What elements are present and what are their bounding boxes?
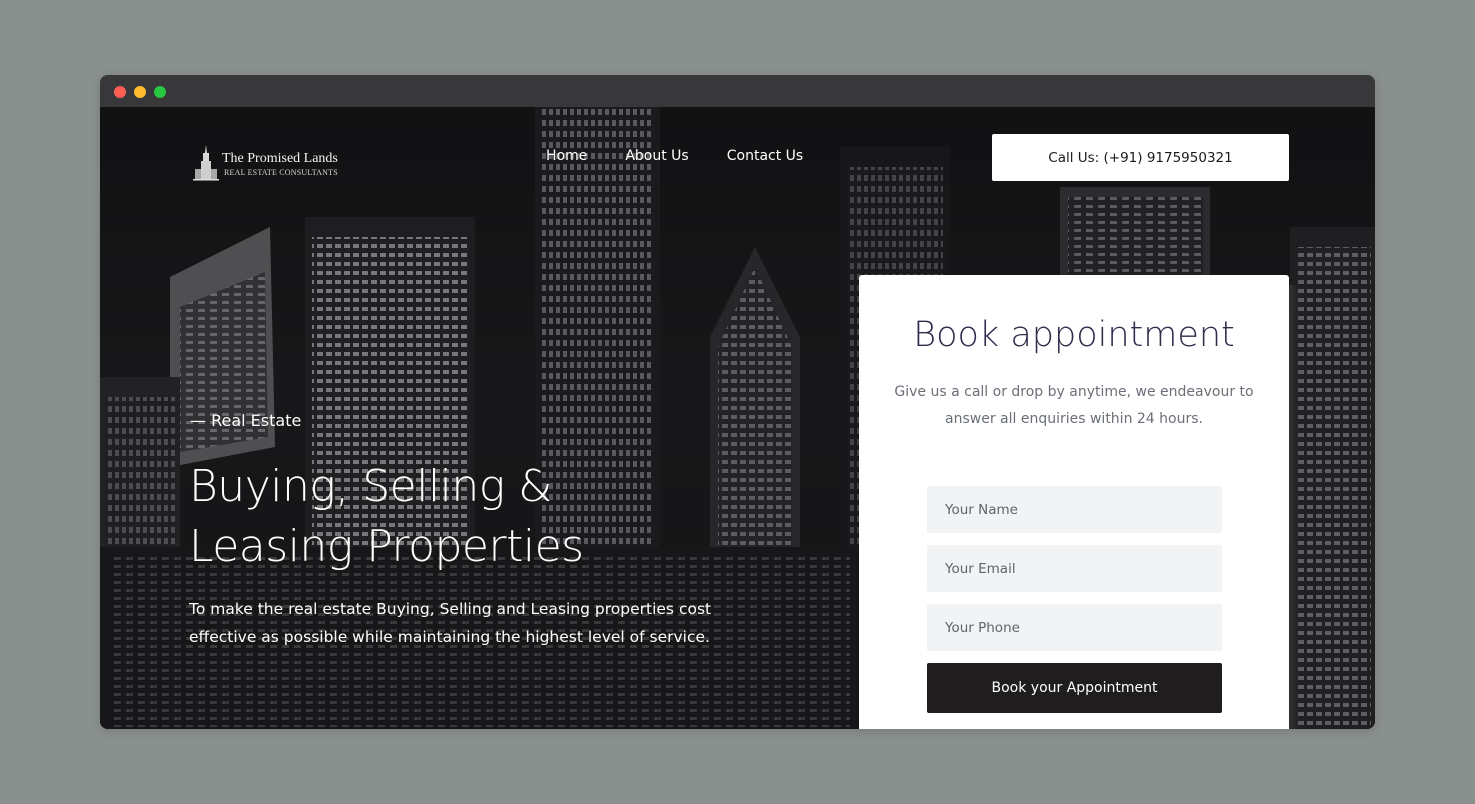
hero-section: The Promised Lands REAL ESTATE CONSULTAN…: [100, 107, 1375, 729]
nav-home[interactable]: Home: [546, 148, 587, 164]
appointment-form: Book appointment Give us a call or drop …: [859, 275, 1289, 729]
close-window-button[interactable]: [114, 86, 126, 98]
form-subtitle: Give us a call or drop by anytime, we en…: [894, 384, 1254, 427]
tower-logo-icon: [193, 145, 219, 181]
hero-description: To make the real estate Buying, Selling …: [189, 600, 712, 646]
main-nav: Home About Us Contact Us: [546, 148, 841, 164]
brand-tagline: REAL ESTATE CONSULTANTS: [224, 168, 338, 177]
nav-about-us[interactable]: About Us: [625, 148, 688, 164]
minimize-window-button[interactable]: [134, 86, 146, 98]
brand-name: The Promised Lands: [222, 151, 338, 166]
brand-logo[interactable]: The Promised Lands REAL ESTATE CONSULTAN…: [192, 143, 362, 183]
name-input[interactable]: [927, 486, 1222, 533]
browser-window: The Promised Lands REAL ESTATE CONSULTAN…: [100, 75, 1375, 729]
form-card-shadow: [1289, 285, 1299, 729]
email-input[interactable]: [927, 545, 1222, 592]
form-title: Book appointment: [913, 315, 1235, 355]
hero-eyebrow: — Real Estate: [190, 411, 302, 430]
maximize-window-button[interactable]: [154, 86, 166, 98]
call-us-button[interactable]: Call Us: (+91) 9175950321: [992, 134, 1289, 181]
hero-headline-line-1: Buying, Selling &: [189, 461, 553, 512]
hero-headline-line-2: Leasing Properties: [189, 521, 584, 572]
nav-contact-us[interactable]: Contact Us: [727, 148, 803, 164]
hero-headline: Buying, Selling & Leasing Properties: [189, 457, 749, 577]
window-titlebar: [100, 75, 1375, 107]
phone-input[interactable]: [927, 604, 1222, 651]
book-appointment-button[interactable]: Book your Appointment: [927, 663, 1222, 713]
